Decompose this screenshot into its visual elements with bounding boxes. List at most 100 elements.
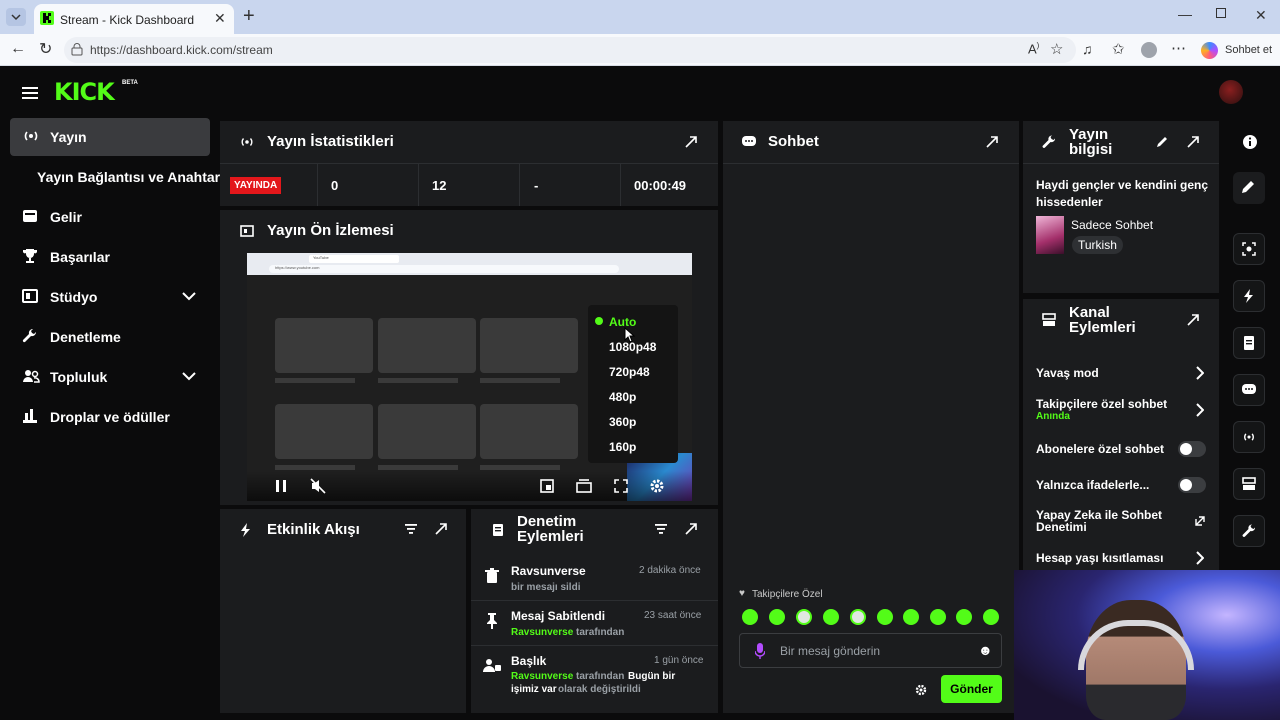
- rail-camera-button[interactable]: [1233, 233, 1265, 265]
- stream-title-text: Haydi gençler ve kendini genç hissedenle…: [1036, 178, 1209, 209]
- pause-icon[interactable]: [274, 479, 288, 493]
- emotes-only-toggle[interactable]: [1178, 477, 1206, 493]
- pip-icon[interactable]: [540, 479, 554, 493]
- language-tag[interactable]: Turkish: [1072, 236, 1123, 254]
- mod-item-bold-text: işimiz var: [511, 684, 557, 695]
- emoji-icon[interactable]: ☻: [978, 642, 993, 658]
- fullscreen-icon[interactable]: [614, 479, 628, 493]
- followers-chat-row[interactable]: Takipçilere özel sohbet Anında: [1023, 395, 1219, 425]
- emote-icon[interactable]: [930, 609, 946, 625]
- extensions-icon[interactable]: ♫: [1082, 41, 1093, 57]
- profile-avatar[interactable]: [1141, 42, 1157, 58]
- maximize-icon[interactable]: [1216, 8, 1226, 18]
- more-menu-icon[interactable]: ⋯: [1171, 39, 1186, 57]
- quality-option-160p[interactable]: 160p: [609, 440, 636, 454]
- url-field[interactable]: https://dashboard.kick.com/stream A) ☆: [64, 37, 1076, 63]
- popout-icon[interactable]: [985, 135, 999, 149]
- slow-mode-row[interactable]: Yavaş mod: [1023, 361, 1219, 385]
- thumb-caption: [378, 378, 458, 383]
- quality-option-360p[interactable]: 360p: [609, 415, 636, 429]
- emote-icon[interactable]: [956, 609, 972, 625]
- sidebar-item-studyo[interactable]: Stüdyo: [10, 278, 210, 314]
- close-tab-icon[interactable]: ✕: [214, 10, 226, 27]
- moderation-item[interactable]: Ravsunverse 2 dakika önce bir mesajı sil…: [471, 557, 718, 601]
- popout-icon[interactable]: [1186, 313, 1200, 327]
- kick-logo[interactable]: KICK BETA: [54, 80, 138, 104]
- activity-title: Etkinlik Akışı: [267, 521, 360, 538]
- ai-moderation-row[interactable]: Yapay Zeka ile Sohbet Denetimi: [1023, 507, 1219, 537]
- emote-icon[interactable]: [769, 609, 785, 625]
- sidebar-item-denetleme[interactable]: Denetleme: [10, 318, 210, 354]
- rail-moderation-button[interactable]: [1233, 327, 1265, 359]
- send-button[interactable]: Gönder: [941, 675, 1002, 703]
- lightning-icon: [241, 523, 250, 537]
- microphone-icon[interactable]: [755, 643, 765, 659]
- rail-channel-actions-button[interactable]: [1233, 468, 1265, 500]
- theater-icon[interactable]: [576, 479, 592, 493]
- trophy-icon: [23, 249, 37, 263]
- mod-item-text: bir mesajı sildi: [511, 582, 581, 593]
- close-window-icon[interactable]: ✕: [1255, 7, 1267, 24]
- popout-icon[interactable]: [684, 522, 698, 536]
- browser-tab[interactable]: Stream - Kick Dashboard ✕: [34, 4, 234, 34]
- popout-icon[interactable]: [434, 522, 448, 536]
- popout-icon[interactable]: [1186, 135, 1200, 149]
- category-name[interactable]: Sadece Sohbet: [1071, 218, 1153, 232]
- emote-icon[interactable]: [903, 609, 919, 625]
- age-restriction-row[interactable]: Hesap yaşı kısıtlaması: [1023, 547, 1219, 571]
- favorite-star-icon[interactable]: ☆: [1050, 40, 1063, 58]
- muted-icon[interactable]: [310, 478, 326, 494]
- edit-pencil-icon[interactable]: [1156, 136, 1168, 148]
- chat-settings-gear-icon[interactable]: [915, 684, 927, 696]
- subs-chat-row[interactable]: Abonelere özel sohbet: [1023, 437, 1219, 461]
- rail-settings-button[interactable]: [1233, 515, 1265, 547]
- info-icon[interactable]: [1242, 134, 1258, 150]
- filter-icon[interactable]: [405, 524, 417, 534]
- rail-chat-button[interactable]: [1233, 374, 1265, 406]
- preview-icon: [240, 225, 254, 237]
- back-icon[interactable]: ←: [10, 40, 26, 58]
- filter-icon[interactable]: [655, 524, 667, 534]
- moderation-item[interactable]: Başlık 1 gün önce Ravsunverse tarafından…: [471, 647, 718, 707]
- rail-activity-button[interactable]: [1233, 280, 1265, 312]
- emotes-only-row[interactable]: Yalnızca ifadelerle...: [1023, 473, 1219, 497]
- refresh-icon[interactable]: ↻: [39, 39, 52, 59]
- sidebar-item-droplar[interactable]: Droplar ve ödüller: [10, 398, 210, 434]
- new-tab-icon[interactable]: +: [243, 5, 255, 28]
- subs-chat-toggle[interactable]: [1178, 441, 1206, 457]
- settings-gear-icon[interactable]: [649, 478, 665, 494]
- stream-info-title-line2: bilgisi: [1069, 141, 1113, 158]
- emotes-only-label: Yalnızca ifadelerle...: [1036, 478, 1150, 492]
- emote-icon[interactable]: [742, 609, 758, 625]
- sidebar-item-gelir[interactable]: Gelir: [10, 198, 210, 234]
- minimize-icon[interactable]: —: [1178, 6, 1192, 22]
- quality-option-720p48[interactable]: 720p48: [609, 365, 650, 379]
- read-aloud-icon[interactable]: A): [1028, 41, 1039, 56]
- emote-icon[interactable]: [850, 609, 866, 625]
- copilot-label[interactable]: Sohbet et: [1225, 44, 1272, 56]
- activity-feed-panel: Etkinlik Akışı: [220, 509, 466, 713]
- site-info-icon[interactable]: [70, 43, 84, 57]
- divider: [620, 164, 621, 206]
- sidebar-item-stream-key[interactable]: Yayın Bağlantısı ve Anahtarı: [10, 158, 225, 194]
- copilot-icon[interactable]: [1201, 42, 1218, 59]
- chat-input[interactable]: Bir mesaj gönderin ☻: [739, 633, 1002, 668]
- quality-option-480p[interactable]: 480p: [609, 390, 636, 404]
- subs-chat-label: Abonelere özel sohbet: [1036, 442, 1165, 456]
- sidebar-item-topluluk[interactable]: Topluluk: [10, 358, 210, 394]
- emote-icon[interactable]: [877, 609, 893, 625]
- user-avatar[interactable]: [1219, 80, 1243, 104]
- emote-icon[interactable]: [796, 609, 812, 625]
- hamburger-menu-icon[interactable]: [22, 86, 38, 100]
- popout-icon[interactable]: [684, 135, 698, 149]
- moderation-item[interactable]: Mesaj Sabitlendi 23 saat önce Ravsunvers…: [471, 602, 718, 646]
- emote-icon[interactable]: [823, 609, 839, 625]
- sidebar-item-yayin[interactable]: Yayın: [10, 118, 210, 156]
- emote-icon[interactable]: [983, 609, 999, 625]
- category-thumbnail[interactable]: [1036, 216, 1064, 254]
- rail-edit-button[interactable]: [1233, 172, 1265, 204]
- rail-broadcast-button[interactable]: [1233, 421, 1265, 453]
- tab-actions-button[interactable]: [6, 8, 26, 26]
- favorites-icon[interactable]: ✩: [1112, 40, 1125, 58]
- sidebar-item-basarilar[interactable]: Başarılar: [10, 238, 210, 274]
